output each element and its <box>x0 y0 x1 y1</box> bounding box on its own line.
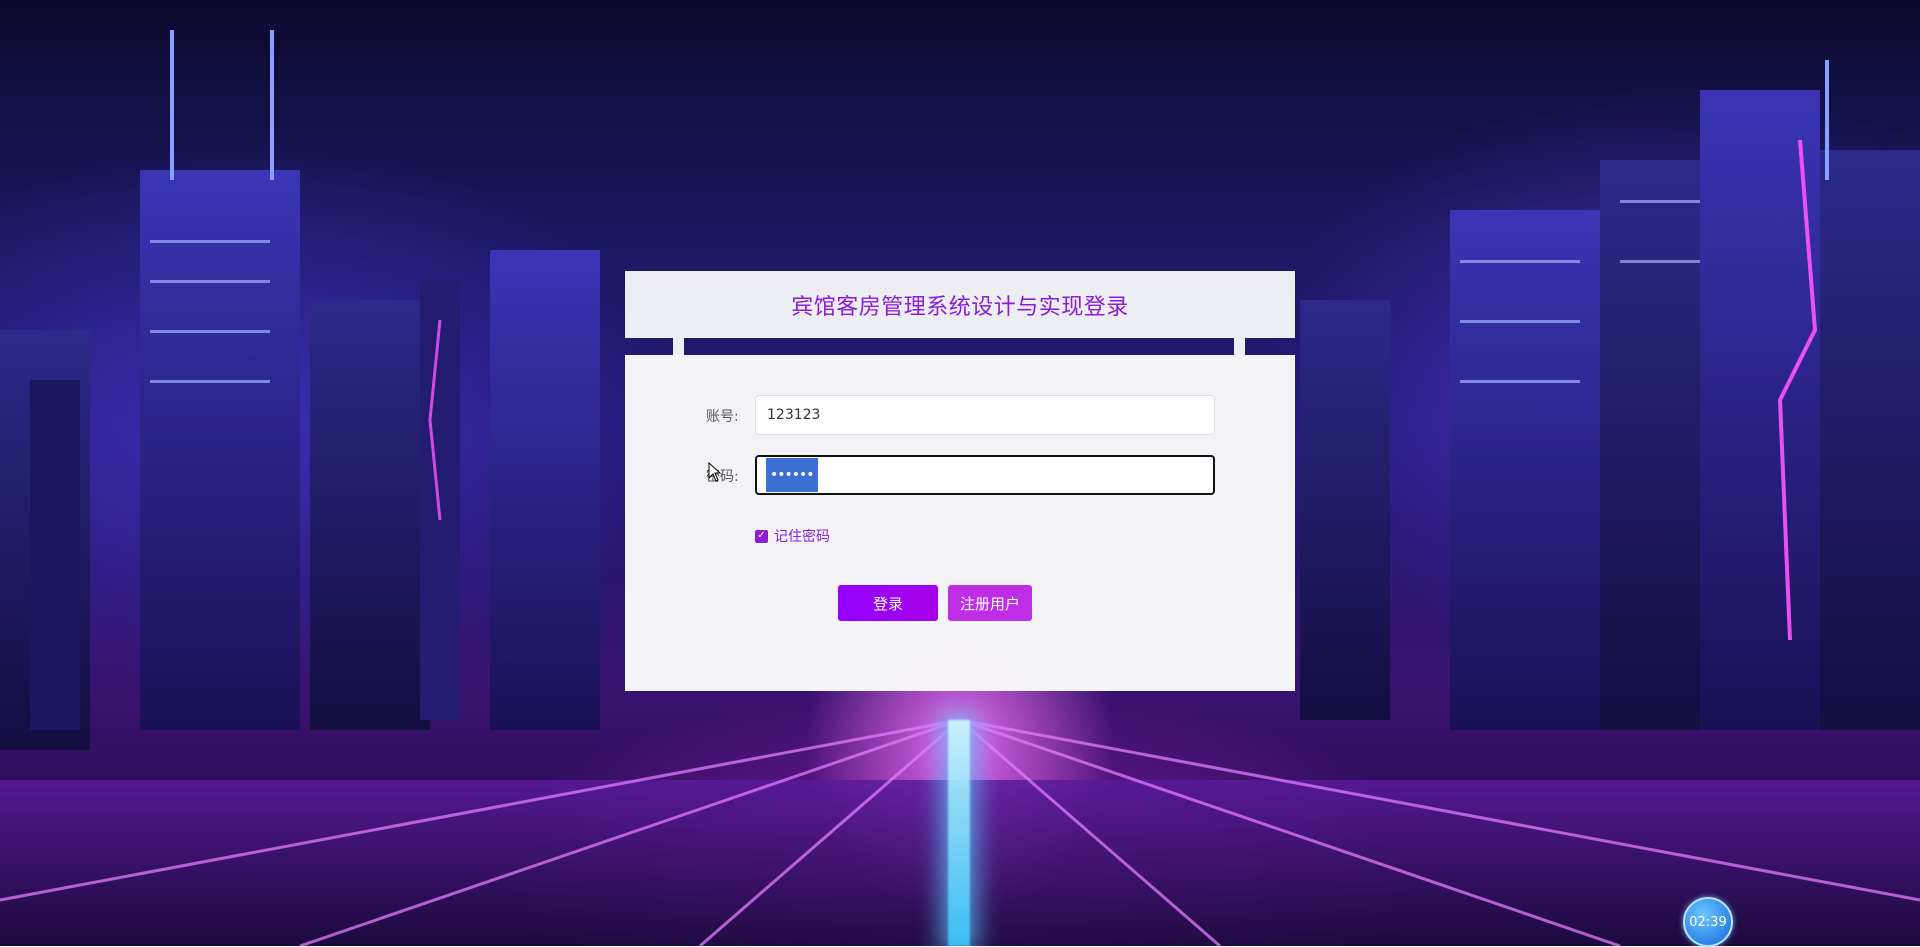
register-button[interactable]: 注册用户 <box>948 585 1032 621</box>
light-beam <box>948 720 970 946</box>
checkmark-icon: ✓ <box>757 530 766 541</box>
account-input-value: 123123 <box>767 407 821 423</box>
remember-label: 记住密码 <box>774 529 830 545</box>
remember-checkbox[interactable]: ✓ <box>755 529 768 543</box>
account-input[interactable]: 123123 <box>755 395 1215 435</box>
panel-connector <box>673 338 684 356</box>
password-input-value: •••••• <box>766 458 818 492</box>
login-button[interactable]: 登录 <box>838 585 938 621</box>
remember-password[interactable]: ✓ 记住密码 <box>755 526 830 546</box>
panel-connector <box>1234 338 1245 356</box>
password-input[interactable]: •••••• <box>755 455 1215 495</box>
login-title: 宾馆客房管理系统设计与实现登录 <box>791 294 1129 320</box>
account-label: 账号: <box>706 409 739 425</box>
login-title-bar: 宾馆客房管理系统设计与实现登录 <box>625 271 1295 338</box>
mouse-pointer-icon <box>708 462 722 482</box>
clock-widget: 02:39 <box>1683 897 1733 947</box>
clock-time: 02:39 <box>1689 914 1727 930</box>
